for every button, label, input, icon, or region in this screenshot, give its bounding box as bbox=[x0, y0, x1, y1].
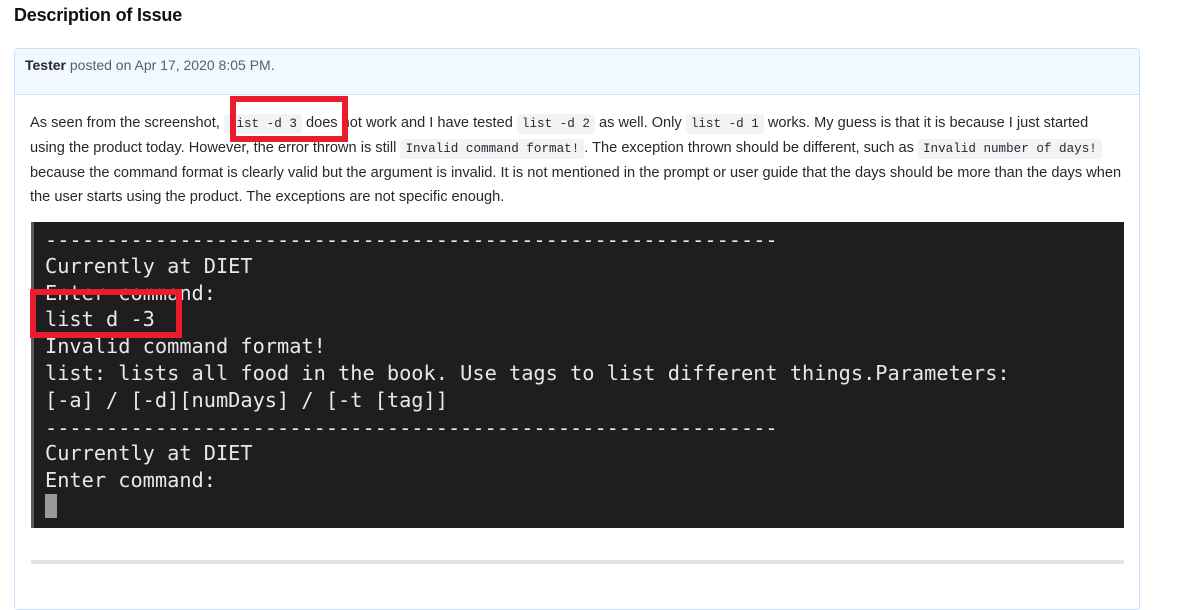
terminal-line: Currently at DIET bbox=[45, 254, 253, 278]
inline-code-list-d-2: list -d 2 bbox=[516, 114, 595, 134]
comment-body: As seen from the screenshot, list -d 3 d… bbox=[30, 111, 1125, 209]
terminal-line: Currently at DIET bbox=[45, 441, 253, 465]
inline-code-invalid-command: Invalid command format! bbox=[400, 139, 585, 159]
terminal-line: list: lists all food in the book. Use ta… bbox=[45, 361, 1010, 385]
terminal-line: [-a] / [-d][numDays] / [-t [tag]] bbox=[45, 388, 448, 412]
body-text-3: as well. Only bbox=[594, 115, 686, 131]
page-title: Description of Issue bbox=[14, 5, 183, 25]
comment-header: Tester posted on Apr 17, 2020 8:05 PM. bbox=[15, 49, 1139, 95]
inline-code-invalid-days: Invalid number of days! bbox=[917, 139, 1102, 159]
inline-code-list-d-1: list -d 1 bbox=[685, 114, 764, 134]
body-text-5: . The exception thrown should be differe… bbox=[584, 140, 918, 156]
terminal-line: ----------------------------------------… bbox=[45, 228, 778, 252]
comment-timestamp: posted on Apr 17, 2020 8:05 PM. bbox=[69, 57, 275, 73]
body-text-6: because the command format is clearly va… bbox=[30, 165, 1122, 205]
terminal-line: ----------------------------------------… bbox=[45, 416, 778, 440]
terminal-line: Enter command: bbox=[45, 468, 216, 492]
comment-divider bbox=[31, 560, 1124, 564]
comment-card: Tester posted on Apr 17, 2020 8:05 PM. A… bbox=[14, 48, 1140, 610]
body-text-1: As seen from the screenshot, bbox=[30, 115, 224, 131]
comment-author[interactable]: Tester bbox=[25, 57, 66, 73]
highlight-box-terminal bbox=[30, 289, 182, 338]
terminal-cursor bbox=[45, 494, 57, 518]
terminal-screenshot: ----------------------------------------… bbox=[31, 222, 1124, 528]
highlight-box-inline bbox=[230, 96, 348, 142]
